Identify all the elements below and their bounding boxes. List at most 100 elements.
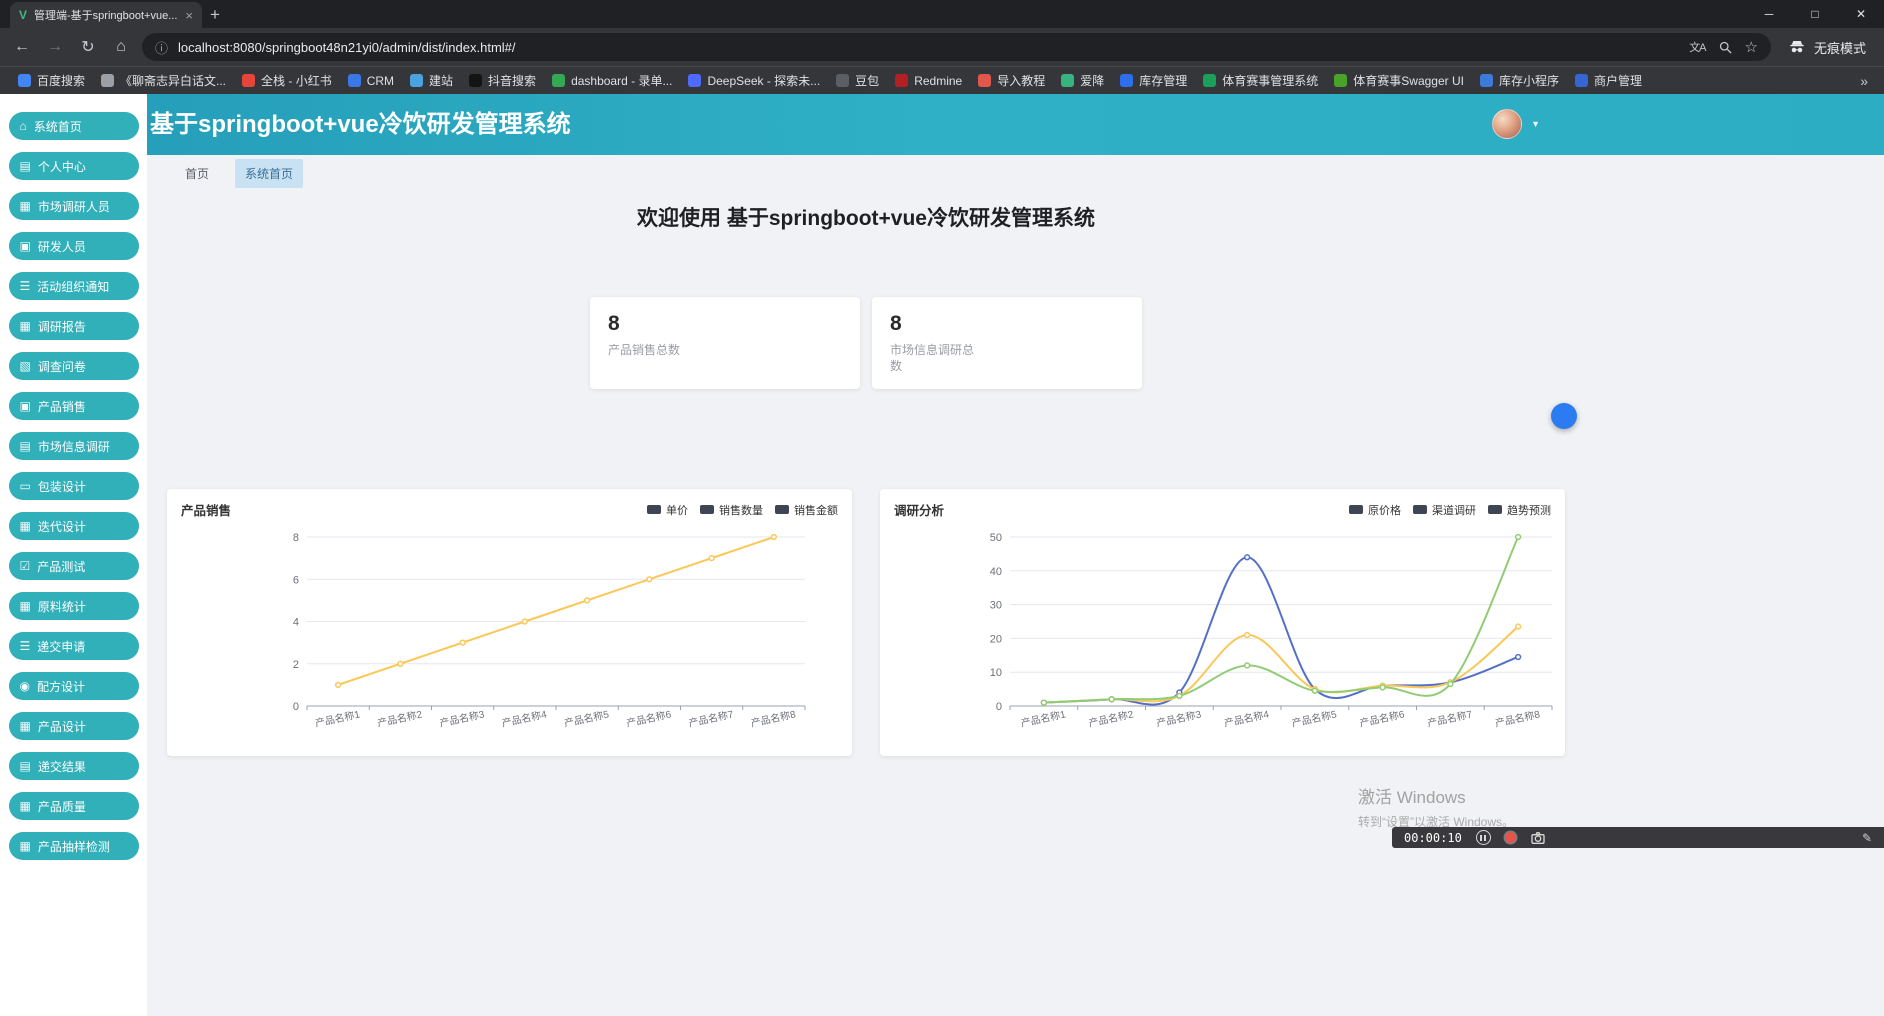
sidebar-item[interactable]: ▤个人中心 <box>9 152 139 180</box>
bookmark-favicon-icon <box>1120 74 1133 87</box>
legend-item[interactable]: 销售数量 <box>700 502 763 518</box>
translate-icon[interactable]: 文A <box>1689 39 1705 55</box>
legend-label: 趋势预测 <box>1507 502 1551 518</box>
sidebar-item[interactable]: ▧调查问卷 <box>9 352 139 380</box>
bookmark-item[interactable]: 商户管理 <box>1567 69 1650 92</box>
bookmark-item[interactable]: 库存管理 <box>1112 69 1195 92</box>
bookmark-item[interactable]: dashboard - 录单... <box>544 69 680 92</box>
forward-icon[interactable]: → <box>43 38 67 56</box>
bookmark-item[interactable]: 导入教程 <box>970 69 1053 92</box>
bookmark-item[interactable]: 建站 <box>402 69 461 92</box>
stat-value: 8 <box>890 312 1142 336</box>
legend-item[interactable]: 原价格 <box>1349 502 1401 518</box>
chart-title: 调研分析 <box>894 500 944 519</box>
search-icon[interactable] <box>1718 40 1733 55</box>
bookmarks-overflow-icon[interactable]: » <box>1854 73 1874 89</box>
bookmark-item[interactable]: 百度搜索 <box>10 69 93 92</box>
legend-item[interactable]: 单价 <box>647 502 688 518</box>
sidebar-item-label: 递交结果 <box>38 758 86 775</box>
sidebar-item[interactable]: ▦调研报告 <box>9 312 139 340</box>
bookmark-star-icon[interactable]: ☆ <box>1745 38 1758 56</box>
bookmark-item[interactable]: 《聊斋志异白话文... <box>93 69 234 92</box>
sidebar-item[interactable]: ▣产品销售 <box>9 392 139 420</box>
sidebar-item[interactable]: ▤递交结果 <box>9 752 139 780</box>
stop-record-icon[interactable] <box>1505 832 1516 843</box>
bookmarks-bar: 百度搜索《聊斋志异白话文...全栈 - 小红书CRM建站 抖音搜索 dashboar… <box>0 66 1884 94</box>
sidebar-item[interactable]: ▦迭代设计 <box>9 512 139 540</box>
site-info-icon[interactable]: ⓘ <box>155 38 168 57</box>
vue-favicon-icon: V <box>19 8 27 22</box>
bookmark-label: 抖音搜索 <box>488 72 536 89</box>
pencil-icon[interactable]: ✎ <box>1862 831 1872 845</box>
legend-item[interactable]: 销售金额 <box>775 502 838 518</box>
sidebar-item[interactable]: ☑产品测试 <box>9 552 139 580</box>
reload-icon[interactable]: ↻ <box>76 37 100 57</box>
sidebar-item[interactable]: ⌂系统首页 <box>9 112 139 140</box>
floating-action-button[interactable] <box>1551 403 1577 429</box>
sidebar-item[interactable]: ☰递交申请 <box>9 632 139 660</box>
bookmark-favicon-icon <box>348 74 361 87</box>
sidebar-item-label: 调查问卷 <box>38 358 86 375</box>
sidebar-item[interactable]: ▭包装设计 <box>9 472 139 500</box>
bookmark-label: 库存管理 <box>1139 72 1187 89</box>
browser-tab[interactable]: V 管理端-基于springboot+vue... × <box>10 2 202 28</box>
bookmark-label: 导入教程 <box>997 72 1045 89</box>
bookmark-item[interactable]: 体育赛事管理系统 <box>1195 69 1326 92</box>
bookmark-item[interactable]: Redmine <box>887 71 970 91</box>
grid-icon: ▦ <box>20 519 31 533</box>
page-tab[interactable]: 系统首页 <box>235 159 303 188</box>
address-bar[interactable]: ⓘ localhost:8080/springboot48n21yi0/admi… <box>142 33 1771 61</box>
sidebar-item[interactable]: ▦产品设计 <box>9 712 139 740</box>
stat-card-product-sales: 8 产品销售总数 <box>590 297 860 389</box>
bookmark-item[interactable]: 全栈 - 小红书 <box>234 69 340 92</box>
sidebar-item[interactable]: ▦原料统计 <box>9 592 139 620</box>
legend-item[interactable]: 渠道调研 <box>1413 502 1476 518</box>
legend-label: 渠道调研 <box>1432 502 1476 518</box>
legend-swatch-icon <box>1413 505 1427 514</box>
url-text[interactable]: localhost:8080/springboot48n21yi0/admin/… <box>178 40 1679 55</box>
camera-icon[interactable] <box>1530 830 1546 846</box>
window-close-button[interactable]: ✕ <box>1838 0 1884 28</box>
sidebar-item[interactable]: ▦产品抽样检测 <box>9 832 139 860</box>
bookmark-label: dashboard - 录单... <box>571 72 672 89</box>
tab-close-icon[interactable]: × <box>185 9 193 22</box>
avatar-dropdown-caret-icon[interactable]: ▼ <box>1531 119 1540 129</box>
new-tab-button[interactable]: + <box>202 2 228 28</box>
window-maximize-button[interactable]: □ <box>1792 0 1838 28</box>
sidebar-item[interactable]: ▣研发人员 <box>9 232 139 260</box>
bookmark-favicon-icon <box>836 74 849 87</box>
bookmark-label: 爱降 <box>1080 72 1104 89</box>
pause-icon[interactable] <box>1476 830 1491 845</box>
sidebar-item[interactable]: ▦产品质量 <box>9 792 139 820</box>
bookmark-favicon-icon <box>18 74 31 87</box>
bookmark-item[interactable]: CRM <box>340 71 402 91</box>
bookmark-item[interactable]: 爱降 <box>1053 69 1112 92</box>
bookmark-item[interactable]: 抖音搜索 <box>461 69 544 92</box>
user-avatar[interactable] <box>1492 109 1522 139</box>
sidebar-item[interactable]: ☰活动组织通知 <box>9 272 139 300</box>
bookmark-item[interactable]: 豆包 <box>828 69 887 92</box>
sidebar-item[interactable]: ▦市场调研人员 <box>9 192 139 220</box>
doc-icon: ▤ <box>20 439 31 453</box>
screen-recorder-bar: 00:00:10 ✎ <box>1392 827 1884 848</box>
svg-text:产品名称7: 产品名称7 <box>687 707 735 729</box>
sidebar-item-label: 产品质量 <box>38 798 86 815</box>
incognito-label: 无痕模式 <box>1814 38 1866 57</box>
sidebar-item[interactable]: ◉配方设计 <box>9 672 139 700</box>
back-icon[interactable]: ← <box>10 38 34 56</box>
page-tab[interactable]: 首页 <box>175 159 219 188</box>
bookmark-item[interactable]: DeepSeek - 探索未... <box>680 69 828 92</box>
sidebar-item[interactable]: ▤市场信息调研 <box>9 432 139 460</box>
bookmark-item[interactable]: 库存小程序 <box>1472 69 1567 92</box>
bookmark-label: Redmine <box>914 74 962 88</box>
svg-text:40: 40 <box>990 566 1002 578</box>
check-icon: ☑ <box>20 559 31 573</box>
legend-item[interactable]: 趋势预测 <box>1488 502 1551 518</box>
home-icon[interactable]: ⌂ <box>109 38 133 56</box>
sidebar-item-label: 配方设计 <box>37 678 85 695</box>
bookmark-item[interactable]: 体育赛事Swagger UI <box>1326 69 1472 92</box>
window-minimize-button[interactable]: ─ <box>1746 0 1792 28</box>
incognito-icon <box>1788 38 1806 56</box>
legend-swatch-icon <box>700 505 714 514</box>
stat-label: 市场信息调研总数 <box>890 342 980 374</box>
